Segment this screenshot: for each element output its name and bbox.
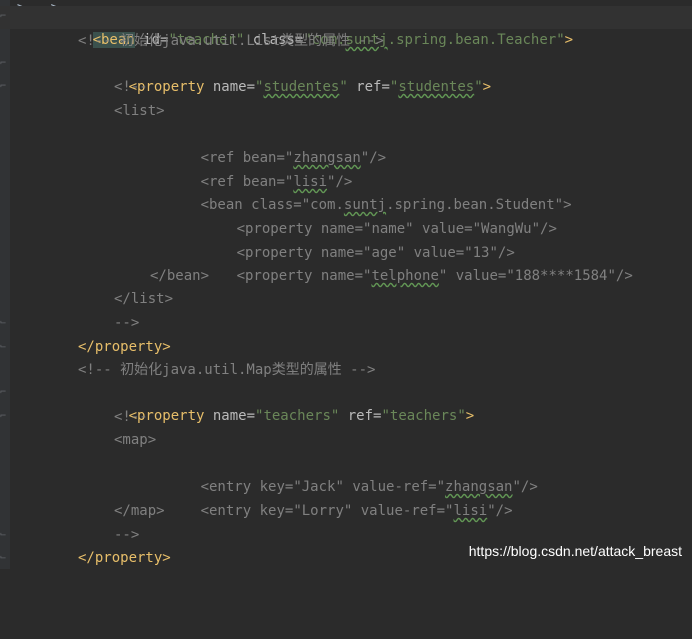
code-line[interactable]: </bean> bbox=[0, 265, 692, 288]
code-comment: <map> bbox=[114, 432, 157, 448]
code-line[interactable]: <ref bean="lisi"/> bbox=[0, 148, 692, 190]
fold-end-icon[interactable]: ⌙ bbox=[0, 530, 8, 540]
code-line[interactable]: <!-- 初始化java.util.List类型的属性 --> bbox=[0, 30, 692, 53]
code-line[interactable]: <bean class="com.suntj.spring.bean.Stude… bbox=[0, 171, 692, 213]
code-comment: --> bbox=[114, 315, 140, 331]
code-comment: --> bbox=[114, 527, 140, 543]
code-line[interactable]: <ref bean="zhangsan"/> bbox=[0, 124, 692, 166]
fold-marker-icon[interactable]: ⌐ bbox=[0, 82, 8, 92]
property-close-tag: </property> bbox=[78, 550, 171, 566]
code-comment: </map> bbox=[114, 503, 165, 519]
watermark-url: https://blog.csdn.net/attack_breast bbox=[468, 543, 682, 559]
code-line[interactable]: </list> bbox=[0, 288, 692, 311]
code-line[interactable]: <entry key="Lorry" value-ref="lisi"/> bbox=[0, 477, 692, 519]
code-editor[interactable]: ⌐ <bean id="teacher" class="com.suntj.sp… bbox=[0, 0, 692, 569]
fold-marker-icon[interactable]: ⌐ bbox=[0, 412, 8, 422]
code-line[interactable]: ⌐ <!-- bbox=[0, 76, 692, 99]
code-line[interactable]: <property name="telphone" value="188****… bbox=[0, 242, 692, 284]
code-comment: <!-- 初始化java.util.List类型的属性 --> bbox=[78, 33, 384, 49]
fold-end-icon[interactable]: ⌙ bbox=[0, 318, 8, 328]
fold-end-icon[interactable]: ⌙ bbox=[0, 553, 8, 563]
fold-end-icon[interactable]: ⌙ bbox=[0, 342, 8, 352]
code-line[interactable]: ⌙ --> bbox=[0, 312, 692, 335]
code-line[interactable]: ⌐ <property name="studentes" ref="studen… bbox=[0, 53, 692, 96]
code-line[interactable]: <property name="age" value="13"/> bbox=[0, 219, 692, 261]
code-comment: <!-- bbox=[114, 79, 148, 95]
code-line[interactable]: ⌐ <bean id="teacher" class="com.suntj.sp… bbox=[0, 6, 692, 48]
code-line[interactable]: ⌐ <property name="teachers" ref="teacher… bbox=[0, 382, 692, 425]
code-comment: <list> bbox=[114, 103, 165, 119]
code-line[interactable]: ⌙ </property> bbox=[0, 336, 692, 359]
code-line[interactable]: <map> bbox=[0, 429, 692, 452]
code-comment: </bean> bbox=[150, 268, 210, 284]
property-close-tag: </property> bbox=[78, 339, 171, 355]
fold-marker-icon[interactable]: ⌐ bbox=[0, 388, 8, 398]
code-line[interactable]: <!-- 初始化java.util.Map类型的属性 --> bbox=[0, 359, 692, 382]
fold-marker-icon[interactable]: ⌐ bbox=[0, 12, 8, 22]
code-line[interactable]: </map> bbox=[0, 500, 692, 523]
code-comment: <!-- 初始化java.util.Map类型的属性 --> bbox=[78, 362, 376, 378]
code-line[interactable]: ⌐ <!-- bbox=[0, 406, 692, 429]
fold-marker-icon[interactable]: ⌐ bbox=[0, 59, 8, 69]
code-comment: </list> bbox=[114, 291, 174, 307]
code-line[interactable]: <entry key="Jack" value-ref="zhangsan"/> bbox=[0, 453, 692, 495]
code-comment: <!-- bbox=[114, 409, 148, 425]
code-line[interactable]: <list> bbox=[0, 100, 692, 123]
code-line[interactable]: <property name="name" value="WangWu"/> bbox=[0, 195, 692, 237]
